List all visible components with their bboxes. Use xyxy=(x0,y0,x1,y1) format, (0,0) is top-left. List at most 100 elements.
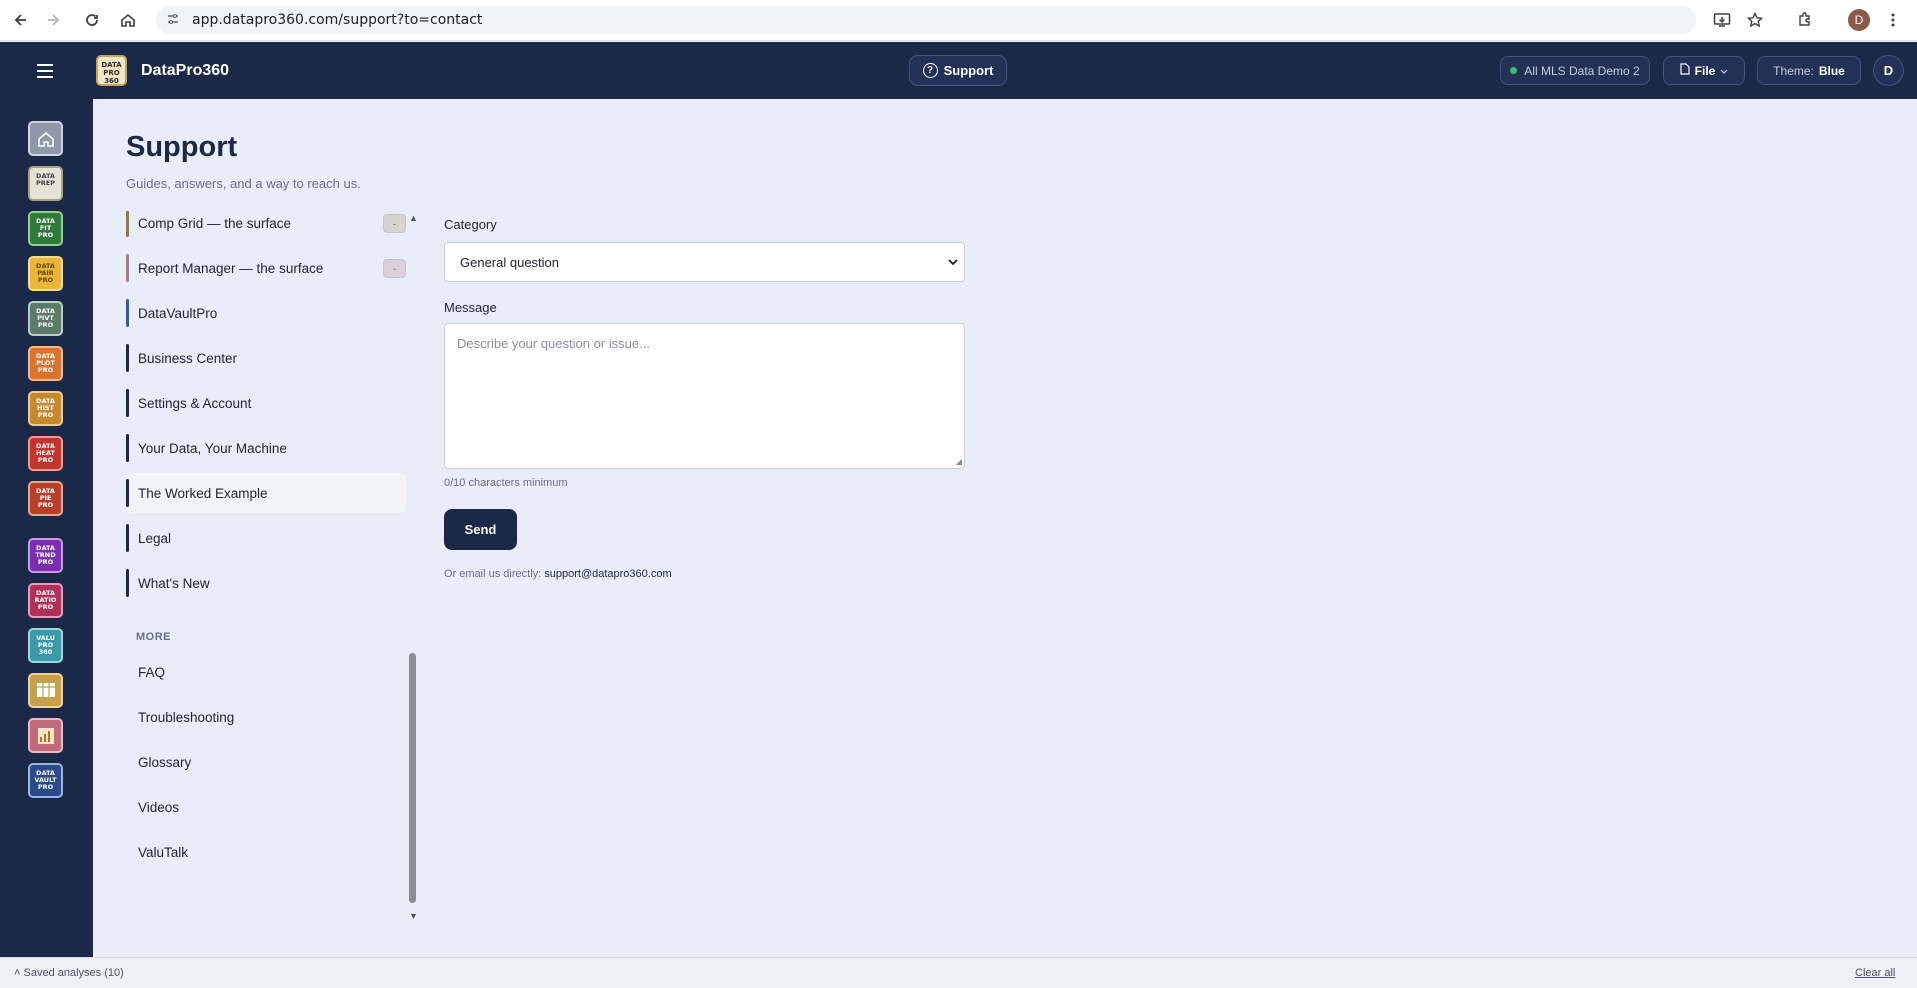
hamburger-menu-icon[interactable] xyxy=(28,54,62,88)
toc-item-label: Settings & Account xyxy=(138,395,252,411)
page-subtitle: Guides, answers, and a way to reach us. xyxy=(126,176,361,191)
data-fit-pro-icon[interactable]: DATA FIT PRO xyxy=(28,211,63,246)
more-item-label: FAQ xyxy=(138,664,166,680)
home-icon[interactable] xyxy=(28,121,63,156)
home-page-icon[interactable] xyxy=(115,7,141,33)
toc-item[interactable]: The Worked Example xyxy=(126,473,406,513)
send-button[interactable]: Send xyxy=(444,509,517,550)
dataset-selector[interactable]: All MLS Data Demo 2 xyxy=(1500,56,1650,85)
saved-analyses-toggle[interactable]: ˄ Saved analyses (10) xyxy=(14,967,124,979)
brand-name[interactable]: DataPro360 xyxy=(141,62,229,80)
data-prep-icon[interactable]: DATA PREP xyxy=(28,166,63,201)
more-item-glossary[interactable]: Glossary xyxy=(126,742,406,782)
bookmark-star-icon[interactable] xyxy=(1742,7,1768,33)
toc-item[interactable]: Comp Grid — the surface - xyxy=(126,211,406,243)
back-icon[interactable] xyxy=(8,7,34,33)
category-select[interactable]: General question xyxy=(444,242,965,282)
more-item-faq[interactable]: FAQ xyxy=(126,652,406,692)
site-info-icon[interactable] xyxy=(166,12,182,28)
user-avatar[interactable]: D xyxy=(1873,55,1904,86)
support-email-link[interactable]: support@datapro360.com xyxy=(544,568,671,580)
theme-prefix: Theme: xyxy=(1773,63,1814,78)
data-plot-pro-icon[interactable]: DATA PLOT PRO xyxy=(28,346,63,381)
connection-status-dot xyxy=(1510,67,1518,74)
toc-item-accent-bar xyxy=(126,524,129,552)
email-directly-line: Or email us directly: support@datapro360… xyxy=(444,568,672,580)
support-label: Support xyxy=(943,63,994,78)
toc-item-label: Report Manager — the surface xyxy=(138,260,324,276)
file-menu-button[interactable]: File xyxy=(1663,56,1745,85)
toc-item[interactable]: What's New xyxy=(126,563,406,603)
data-ratio-pro-icon[interactable]: DATA RATIO PRO xyxy=(28,583,63,618)
theme-value: Blue xyxy=(1818,63,1845,78)
browser-toolbar: app.datapro360.com/support?to=contact D xyxy=(0,0,1917,41)
browser-profile-avatar[interactable]: D xyxy=(1848,9,1870,31)
data-pie-pro-icon[interactable]: DATA PIE PRO xyxy=(28,481,63,516)
toc-item-accent-bar xyxy=(126,389,129,417)
message-textarea[interactable]: Describe your question or issue... ◢ xyxy=(444,323,965,469)
help-circle-icon: ? xyxy=(922,63,938,78)
support-nav-scrollbar[interactable]: ▲ ▼ xyxy=(407,211,418,923)
more-item-label: Troubleshooting xyxy=(138,709,235,725)
toc-item-accent-bar xyxy=(126,211,129,237)
more-item-label: Glossary xyxy=(138,754,192,770)
resize-grip-icon[interactable]: ◢ xyxy=(956,457,962,466)
support-page: Support Guides, answers, and a way to re… xyxy=(93,99,1917,957)
toc-item[interactable]: Business Center xyxy=(126,338,406,378)
data-vault-pro-icon[interactable]: DATA VAULT PRO xyxy=(28,763,63,798)
more-item-troubleshooting[interactable]: Troubleshooting xyxy=(126,697,406,737)
page-title: Support xyxy=(126,131,238,163)
toc-item-accent-bar xyxy=(126,434,129,462)
report-grid-icon[interactable] xyxy=(28,673,63,708)
more-item-videos[interactable]: Videos xyxy=(126,787,406,827)
toc-item[interactable]: DataVaultPro xyxy=(126,293,406,333)
toc-item-accent-bar xyxy=(126,254,129,282)
chevron-down-icon xyxy=(1720,64,1728,78)
character-counter: 0/10 characters minimum xyxy=(444,477,568,489)
collapse-toggle[interactable]: - xyxy=(383,259,406,278)
browser-menu-icon[interactable] xyxy=(1880,7,1906,33)
collapse-toggle[interactable]: - xyxy=(383,214,406,233)
data-pair-pro-icon[interactable]: DATA PAIR PRO xyxy=(28,256,63,291)
extensions-icon[interactable] xyxy=(1792,7,1818,33)
app-launcher-rail: DATA PREP DATA FIT PRO DATA PAIR PRO DATA PIVT PRO… xyxy=(0,99,93,957)
install-app-icon[interactable] xyxy=(1709,7,1735,33)
reload-icon[interactable] xyxy=(79,7,105,33)
more-section-label: MORE xyxy=(136,631,171,643)
valu-pro-360-icon[interactable]: VALU PRO 360 xyxy=(28,628,63,663)
toc-item-accent-bar xyxy=(126,569,129,597)
data-pivt-pro-icon[interactable]: DATA PIVT PRO xyxy=(28,301,63,336)
data-heat-pro-icon[interactable]: DATA HEAT PRO xyxy=(28,436,63,471)
scroll-down-arrow-icon[interactable]: ▼ xyxy=(409,911,418,921)
toc-item-label: Your Data, Your Machine xyxy=(138,440,287,456)
toc-item-accent-bar xyxy=(126,299,129,327)
forward-icon[interactable] xyxy=(40,7,66,33)
more-item-valutalk[interactable]: ValuTalk xyxy=(126,832,406,872)
clear-all-link[interactable]: Clear all xyxy=(1855,967,1895,979)
toc-item-label: Business Center xyxy=(138,350,238,366)
brand-logo[interactable]: DATA PRO 360 xyxy=(96,55,127,86)
toc-item[interactable]: Report Manager — the surface - xyxy=(126,248,406,288)
scroll-up-arrow-icon[interactable]: ▲ xyxy=(409,213,418,223)
toc-item[interactable]: Your Data, Your Machine xyxy=(126,428,406,468)
toc-item-accent-bar xyxy=(126,479,129,507)
toc-item[interactable]: Legal xyxy=(126,518,406,558)
report-chart-icon[interactable] xyxy=(28,718,63,753)
scrollbar-thumb[interactable] xyxy=(409,653,416,903)
more-item-label: Videos xyxy=(138,799,180,815)
toc-item-label: What's New xyxy=(138,575,210,591)
support-button[interactable]: ? Support xyxy=(909,55,1007,86)
app-header: DATA PRO 360 DataPro360 ? Support All ML… xyxy=(0,42,1917,99)
toc-item[interactable]: Settings & Account xyxy=(126,383,406,423)
saved-analyses-bar: ˄ Saved analyses (10) Clear all xyxy=(0,957,1917,988)
data-trnd-pro-icon[interactable]: DATA TRND PRO xyxy=(28,538,63,573)
url-text[interactable]: app.datapro360.com/support?to=contact xyxy=(192,12,482,28)
email-prefix: Or email us directly: xyxy=(444,568,542,580)
theme-selector[interactable]: Theme: Blue xyxy=(1757,56,1861,85)
message-label: Message xyxy=(444,300,497,315)
file-icon xyxy=(1680,63,1690,78)
category-label: Category xyxy=(444,217,497,232)
data-hist-pro-icon[interactable]: DATA HIST PRO xyxy=(28,391,63,426)
address-bar[interactable]: app.datapro360.com/support?to=contact xyxy=(156,6,1696,34)
chevron-down-icon xyxy=(948,255,958,269)
